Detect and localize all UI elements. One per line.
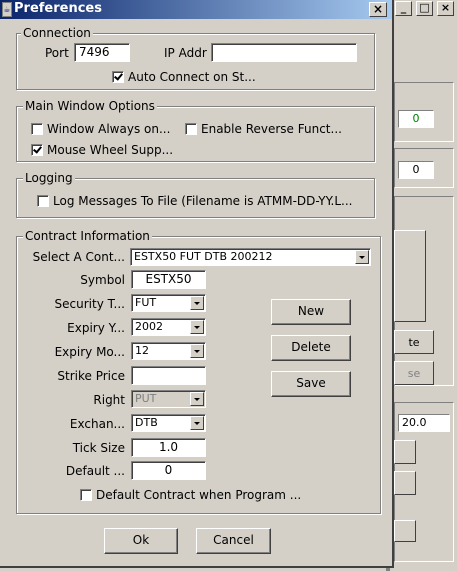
enable-reverse-label: Enable Reverse Funct...	[201, 122, 342, 136]
main-window-options-label: Main Window Options	[23, 99, 157, 113]
preferences-dialog: ☕ Preferences × Connection Port 7496 IP …	[0, 0, 394, 568]
background-close-button[interactable]: ×	[437, 1, 454, 16]
right-value: PUT	[135, 392, 157, 405]
expiry-month-label: Expiry Mo...	[54, 345, 125, 359]
symbol-label: Symbol	[80, 273, 125, 287]
default-contract-label: Default Contract when Program ...	[96, 488, 302, 502]
symbol-field[interactable]: ESTX50	[131, 270, 206, 289]
background-large-button[interactable]	[394, 230, 426, 322]
chevron-down-icon	[190, 392, 204, 406]
port-label: Port	[45, 46, 69, 60]
save-button[interactable]: Save	[271, 371, 351, 397]
ok-button[interactable]: Ok	[104, 528, 178, 554]
window-always-on-checkbox-box[interactable]	[31, 123, 43, 135]
background-button-2[interactable]: se	[394, 361, 434, 385]
security-type-combo[interactable]: FUT	[131, 294, 206, 312]
window-always-on-label: Window Always on...	[47, 122, 171, 136]
background-button-4[interactable]	[394, 471, 416, 495]
auto-connect-label: Auto Connect on St...	[128, 70, 256, 84]
select-contract-value: ESTX50 FUT DTB 200212	[134, 250, 273, 263]
log-messages-label: Log Messages To File (Filename is ATMM-D…	[53, 194, 353, 208]
expiry-year-value: 2002	[135, 320, 163, 333]
background-value-field: 0	[398, 110, 434, 128]
minimize-button[interactable]: _	[395, 1, 412, 16]
close-button[interactable]: ×	[369, 2, 387, 17]
select-contract-combo[interactable]: ESTX50 FUT DTB 200212	[130, 248, 371, 266]
exchange-label: Exchan...	[69, 417, 125, 431]
chevron-down-icon[interactable]	[190, 320, 204, 334]
chevron-down-icon[interactable]	[190, 344, 204, 358]
maximize-button[interactable]: □	[416, 1, 433, 16]
exchange-value: DTB	[135, 416, 158, 429]
background-value-field-2: 0	[398, 161, 434, 179]
default-quantity-field[interactable]: 0	[131, 461, 206, 480]
delete-button[interactable]: Delete	[271, 335, 351, 361]
auto-connect-checkbox[interactable]: Auto Connect on St...	[112, 69, 272, 85]
ip-addr-label: IP Addr	[164, 46, 207, 60]
log-messages-checkbox-box[interactable]	[37, 195, 49, 207]
default-contract-checkbox[interactable]: Default Contract when Program ...	[80, 487, 320, 503]
expiry-month-combo[interactable]: 12	[131, 342, 206, 360]
security-type-label: Security T...	[54, 297, 125, 311]
chevron-down-icon[interactable]	[355, 250, 369, 264]
strike-price-label: Strike Price	[57, 369, 125, 383]
window-always-on-checkbox[interactable]: Window Always on...	[31, 121, 181, 137]
enable-reverse-checkbox-box[interactable]	[185, 123, 197, 135]
logging-group-label: Logging	[23, 171, 75, 185]
chevron-down-icon[interactable]	[190, 296, 204, 310]
cancel-button[interactable]: Cancel	[196, 528, 271, 554]
java-icon: ☕	[2, 2, 12, 17]
background-titlebar: _ □ ×	[390, 0, 457, 18]
background-button-1[interactable]: te	[394, 330, 434, 354]
auto-connect-checkbox-box[interactable]	[112, 71, 124, 83]
contract-information-label: Contract Information	[23, 229, 152, 243]
mouse-wheel-checkbox[interactable]: Mouse Wheel Supp...	[31, 142, 181, 158]
dialog-title: Preferences	[14, 1, 102, 16]
background-button-3[interactable]	[394, 440, 416, 464]
right-combo: PUT	[131, 390, 206, 408]
mouse-wheel-checkbox-box[interactable]	[31, 144, 43, 156]
connection-group-label: Connection	[21, 26, 93, 40]
log-messages-checkbox[interactable]: Log Messages To File (Filename is ATMM-D…	[37, 193, 372, 209]
tick-size-field[interactable]: 1.0	[131, 438, 206, 457]
security-type-value: FUT	[135, 296, 157, 309]
select-contract-label: Select A Cont...	[32, 250, 125, 264]
default-quantity-label: Default ...	[65, 464, 125, 478]
enable-reverse-checkbox[interactable]: Enable Reverse Funct...	[185, 121, 355, 137]
ip-addr-field[interactable]	[211, 43, 357, 62]
port-field[interactable]: 7496	[74, 43, 130, 62]
chevron-down-icon[interactable]	[190, 416, 204, 430]
default-contract-checkbox-box[interactable]	[80, 489, 92, 501]
background-value-field-3[interactable]: 20.0	[398, 414, 450, 432]
exchange-combo[interactable]: DTB	[131, 414, 206, 432]
strike-price-field[interactable]	[131, 366, 206, 385]
background-value-text: 0	[412, 112, 420, 125]
expiry-year-combo[interactable]: 2002	[131, 318, 206, 336]
dialog-titlebar: ☕ Preferences ×	[0, 0, 392, 19]
tick-size-label: Tick Size	[72, 441, 125, 455]
mouse-wheel-label: Mouse Wheel Supp...	[47, 143, 174, 157]
expiry-month-value: 12	[135, 344, 149, 357]
background-dropdown[interactable]	[394, 520, 416, 542]
new-button[interactable]: New	[271, 299, 351, 325]
expiry-year-label: Expiry Y...	[67, 321, 125, 335]
right-label: Right	[93, 393, 125, 407]
